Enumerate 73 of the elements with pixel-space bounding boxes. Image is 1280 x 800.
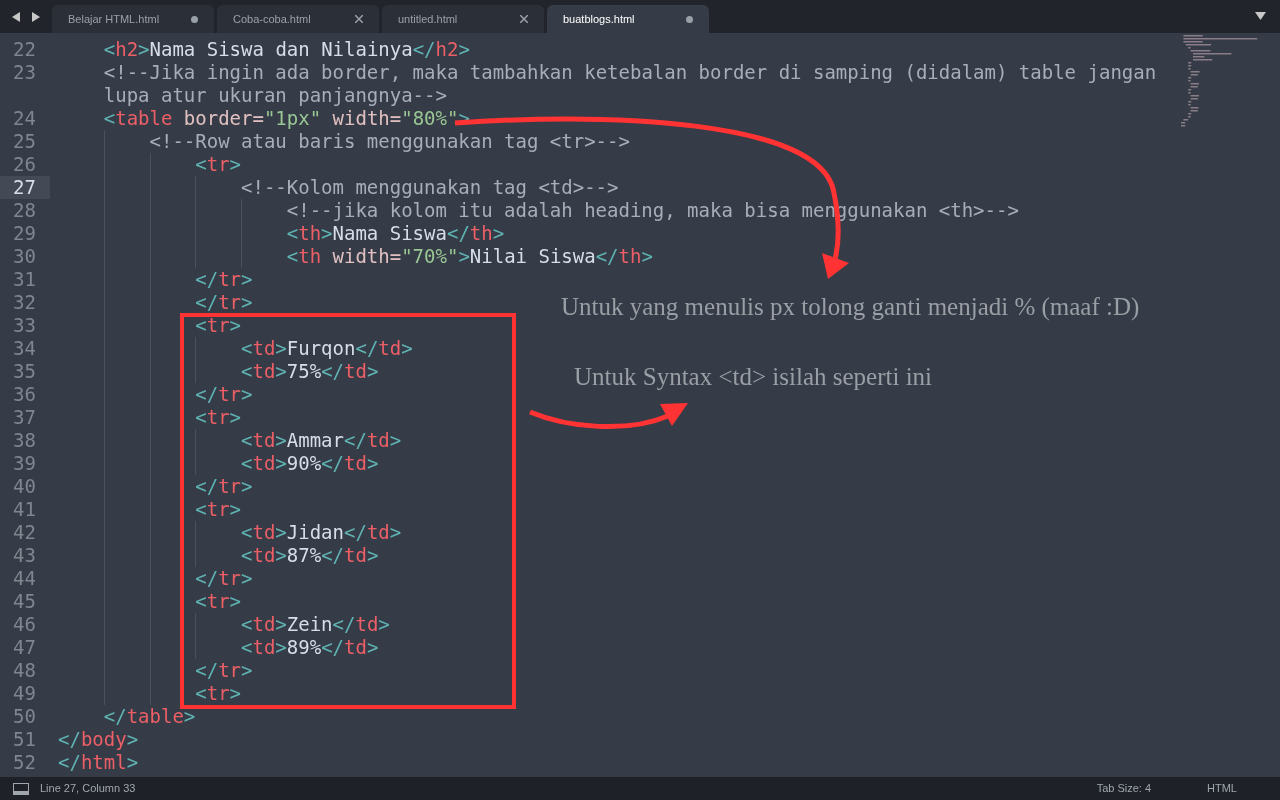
tab-label: Coba-coba.html bbox=[233, 11, 311, 27]
line-number: 33 bbox=[12, 314, 37, 337]
line-number: 52 bbox=[12, 751, 37, 774]
line-number: 38 bbox=[12, 429, 37, 452]
line-number: 48 bbox=[12, 659, 37, 682]
line-number: 46 bbox=[12, 613, 37, 636]
code-line: </tr> bbox=[58, 475, 1179, 498]
line-number: 35 bbox=[12, 360, 37, 383]
code-line: </tr> bbox=[58, 659, 1179, 682]
code-line: <td>Furqon</td> bbox=[58, 337, 1179, 360]
tab-label: untitled.html bbox=[398, 11, 458, 27]
code-line: <td>90%</td> bbox=[58, 452, 1179, 475]
code-line: <h2>Nama Siswa dan Nilainya</h2> bbox=[102, 38, 471, 61]
file-tab[interactable]: buatblogs.html bbox=[547, 5, 709, 33]
line-number: 43 bbox=[12, 544, 37, 567]
line-number: 26 bbox=[12, 153, 37, 176]
line-number: 25 bbox=[12, 130, 37, 153]
code-line: <td>89%</td> bbox=[58, 636, 1179, 659]
forward-arrow-icon[interactable] bbox=[32, 11, 40, 22]
line-number: 40 bbox=[12, 475, 37, 498]
line-number: 47 bbox=[12, 636, 37, 659]
code-line: <td>Jidan</td> bbox=[58, 521, 1179, 544]
line-number: 28 bbox=[12, 199, 37, 222]
line-number: 42 bbox=[12, 521, 37, 544]
code-line: <tr> bbox=[58, 498, 1179, 521]
line-number: 45 bbox=[12, 590, 37, 613]
code-line: </tr> bbox=[58, 567, 1179, 590]
code-line: <td>Ammar</td> bbox=[58, 429, 1179, 452]
line-number: 22 bbox=[12, 38, 37, 61]
code-line: <td>87%</td> bbox=[58, 544, 1179, 567]
code-line: </table> bbox=[102, 705, 197, 728]
line-number: 44 bbox=[12, 567, 37, 590]
back-arrow-icon[interactable] bbox=[12, 11, 20, 22]
line-number: 24 bbox=[12, 107, 37, 130]
line-number: 32 bbox=[12, 291, 37, 314]
line-number: 51 bbox=[12, 728, 37, 751]
file-tab[interactable]: Belajar HTML.html bbox=[52, 5, 214, 33]
line-number: 29 bbox=[12, 222, 37, 245]
file-tab[interactable]: untitled.html bbox=[382, 5, 544, 33]
code-line: <tr> bbox=[58, 153, 1179, 176]
code-line: <th width="70%">Nilai Siswa</th> bbox=[58, 245, 1179, 268]
line-number: 41 bbox=[12, 498, 37, 521]
tab-label: buatblogs.html bbox=[563, 11, 635, 27]
line-number: 30 bbox=[12, 245, 37, 268]
line-number: 31 bbox=[12, 268, 37, 291]
code-line: </body> bbox=[58, 728, 140, 751]
tab-label: Belajar HTML.html bbox=[68, 11, 160, 27]
line-number: 27 bbox=[0, 176, 50, 199]
line-number: 49 bbox=[12, 682, 37, 705]
file-tab[interactable]: Coba-coba.html bbox=[217, 5, 379, 33]
panel-icon[interactable] bbox=[13, 782, 29, 795]
code-line: <td>Zein</td> bbox=[58, 613, 1179, 636]
line-number: 23 bbox=[12, 61, 37, 84]
close-icon[interactable] bbox=[520, 15, 528, 23]
line-number: 39 bbox=[12, 452, 37, 475]
line-number: 37 bbox=[12, 406, 37, 429]
line-number: 50 bbox=[12, 705, 37, 728]
cursor-position: Line 27, Column 33 bbox=[40, 781, 136, 797]
code-line: </tr> bbox=[58, 268, 1179, 291]
code-line: </html> bbox=[58, 751, 140, 774]
code-line: <tr> bbox=[58, 406, 1179, 429]
code-line: <th>Nama Siswa</th> bbox=[58, 222, 1179, 245]
code-line: <tr> bbox=[58, 682, 1179, 705]
code-line: <!--Kolom menggunakan tag <td>--> bbox=[58, 176, 1179, 199]
code-line: <!--Jika ingin ada border, maka tambahkan ketebalan border di samping (didalam) table jangan lupa atur ukuran panjangnya--> bbox=[102, 61, 1158, 107]
code-line: <tr> bbox=[58, 590, 1179, 613]
syntax-mode[interactable]: HTML bbox=[1207, 780, 1237, 797]
code-line: <!--Row atau baris menggunakan tag <tr>--> bbox=[58, 130, 1179, 153]
line-number: 36 bbox=[12, 383, 37, 406]
line-number: 34 bbox=[12, 337, 37, 360]
close-icon[interactable] bbox=[355, 15, 363, 23]
dropdown-triangle-icon[interactable] bbox=[1255, 12, 1266, 20]
tab-size-setting[interactable]: Tab Size: 4 bbox=[1096, 780, 1152, 797]
